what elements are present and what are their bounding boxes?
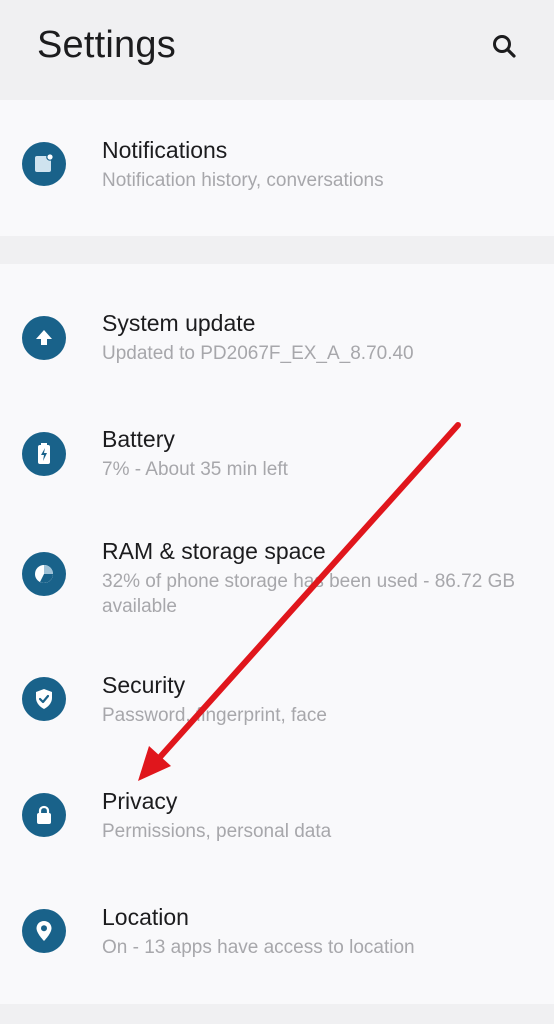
settings-item-title: System update [102,310,256,336]
search-button[interactable] [484,28,524,68]
settings-item-security[interactable]: Security Password, fingerprint, face [0,652,554,760]
settings-item-subtitle: Permissions, personal data [102,821,332,842]
lock-icon [22,793,66,837]
settings-item-ram-storage[interactable]: RAM & storage space 32% of phone storage… [0,514,554,644]
settings-item-title: RAM & storage space [102,538,326,564]
settings-item-system-update[interactable]: System update Updated to PD2067F_EX_A_8.… [0,282,554,390]
storage-pie-icon [22,552,66,596]
search-icon [491,33,517,64]
battery-charging-icon [22,432,66,476]
settings-item-notifications[interactable]: Notifications Notification history, conv… [0,100,554,236]
settings-item-battery[interactable]: Battery 7% - About 35 min left [0,398,554,506]
settings-item-title: Security [102,672,186,698]
settings-item-subtitle: Password, fingerprint, face [102,705,327,726]
settings-item-subtitle: 32% of phone storage has been used - 86.… [102,571,516,617]
settings-item-title: Battery [102,426,175,452]
app-header: Settings [0,0,554,98]
upload-arrow-icon [22,316,66,360]
settings-item-subtitle: 7% - About 35 min left [102,459,288,480]
settings-card-notifications: Notifications Notification history, conv… [0,100,554,236]
location-pin-icon [22,909,66,953]
page-title: Settings [37,24,176,66]
settings-item-privacy[interactable]: Privacy Permissions, personal data [0,768,554,876]
notification-icon [22,142,66,186]
settings-card-main: System update Updated to PD2067F_EX_A_8.… [0,264,554,1004]
shield-check-icon [22,677,66,721]
settings-item-location[interactable]: Location On - 13 apps have access to loc… [0,884,554,992]
settings-item-title: Privacy [102,788,178,814]
settings-item-title: Location [102,904,189,930]
settings-item-subtitle: Notification history, conversations [102,170,384,191]
settings-item-subtitle: On - 13 apps have access to location [102,937,415,958]
settings-item-subtitle: Updated to PD2067F_EX_A_8.70.40 [102,343,414,364]
settings-item-title: Notifications [102,137,228,163]
